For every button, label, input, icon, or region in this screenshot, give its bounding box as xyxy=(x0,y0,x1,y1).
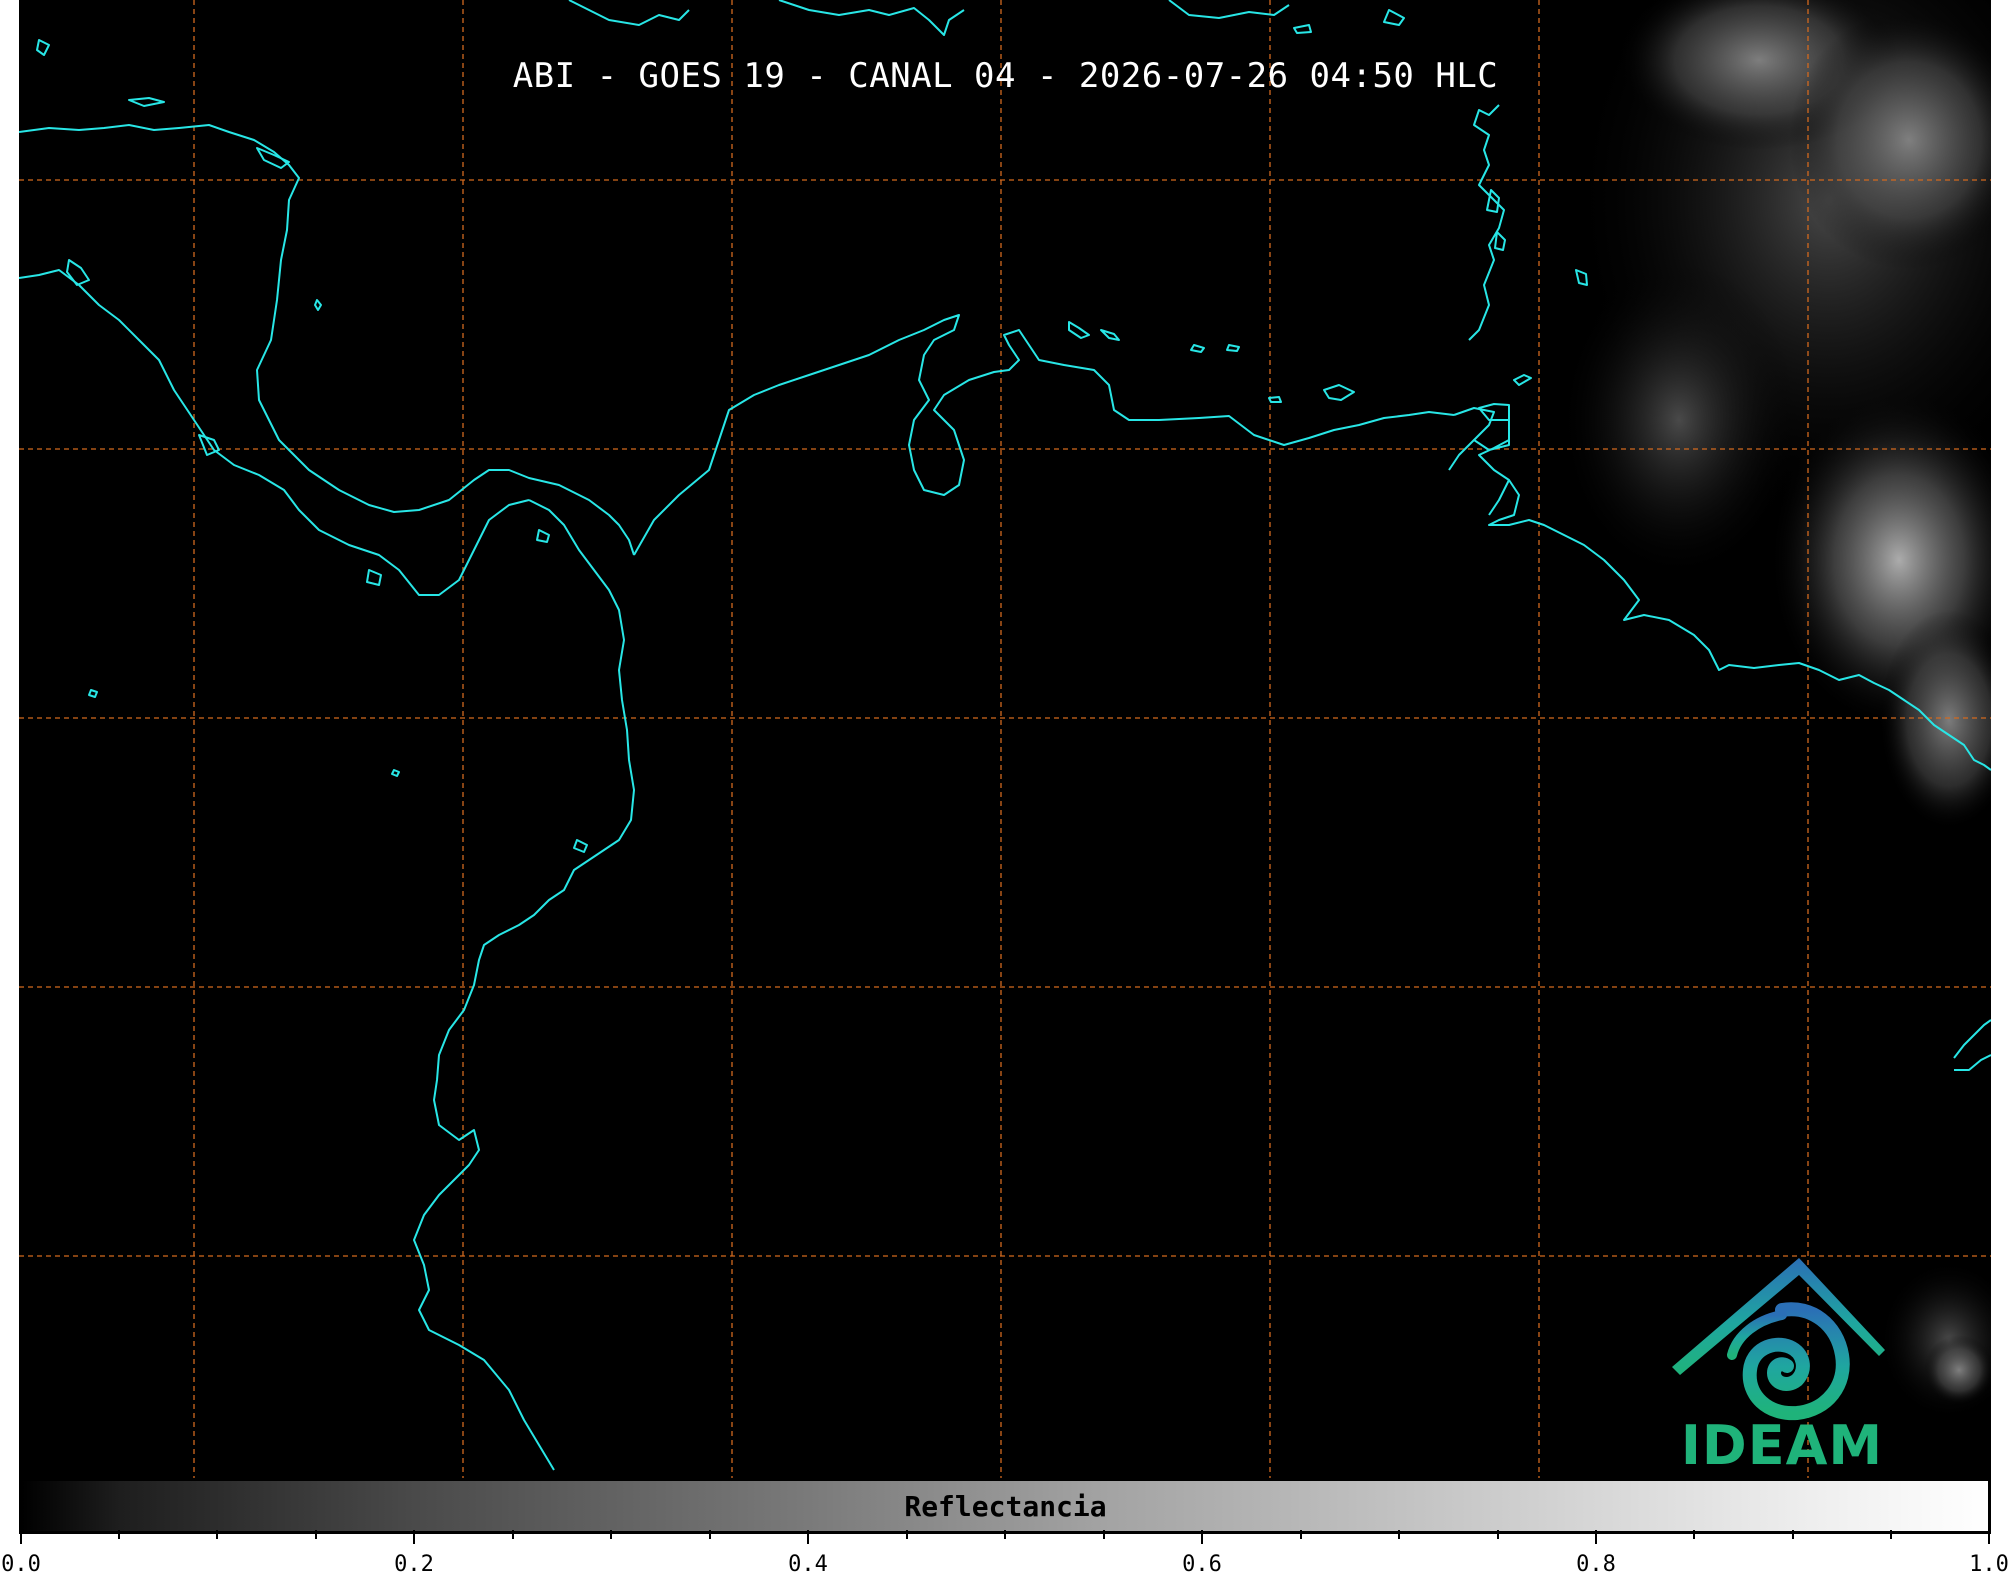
colorbar-tick-label: 0.4 xyxy=(788,1552,828,1577)
colorbar-tick-label: 1.0 xyxy=(1969,1552,2009,1577)
cloud-cover xyxy=(1559,0,1991,1420)
colorbar-tick-label: 0.0 xyxy=(1,1552,41,1577)
colorbar-tick-label: 0.2 xyxy=(394,1552,434,1577)
map-title: ABI - GOES 19 - CANAL 04 - 2026-07-26 04… xyxy=(512,56,1499,96)
ideam-logo-text: IDEAM xyxy=(1680,1414,1884,1477)
colorbar-label: Reflectancia xyxy=(904,1490,1107,1523)
colorbar-tick-label: 0.8 xyxy=(1576,1552,1616,1577)
colorbar-tick-label: 0.6 xyxy=(1182,1552,1222,1577)
colorbar-ticks xyxy=(20,1530,1990,1544)
